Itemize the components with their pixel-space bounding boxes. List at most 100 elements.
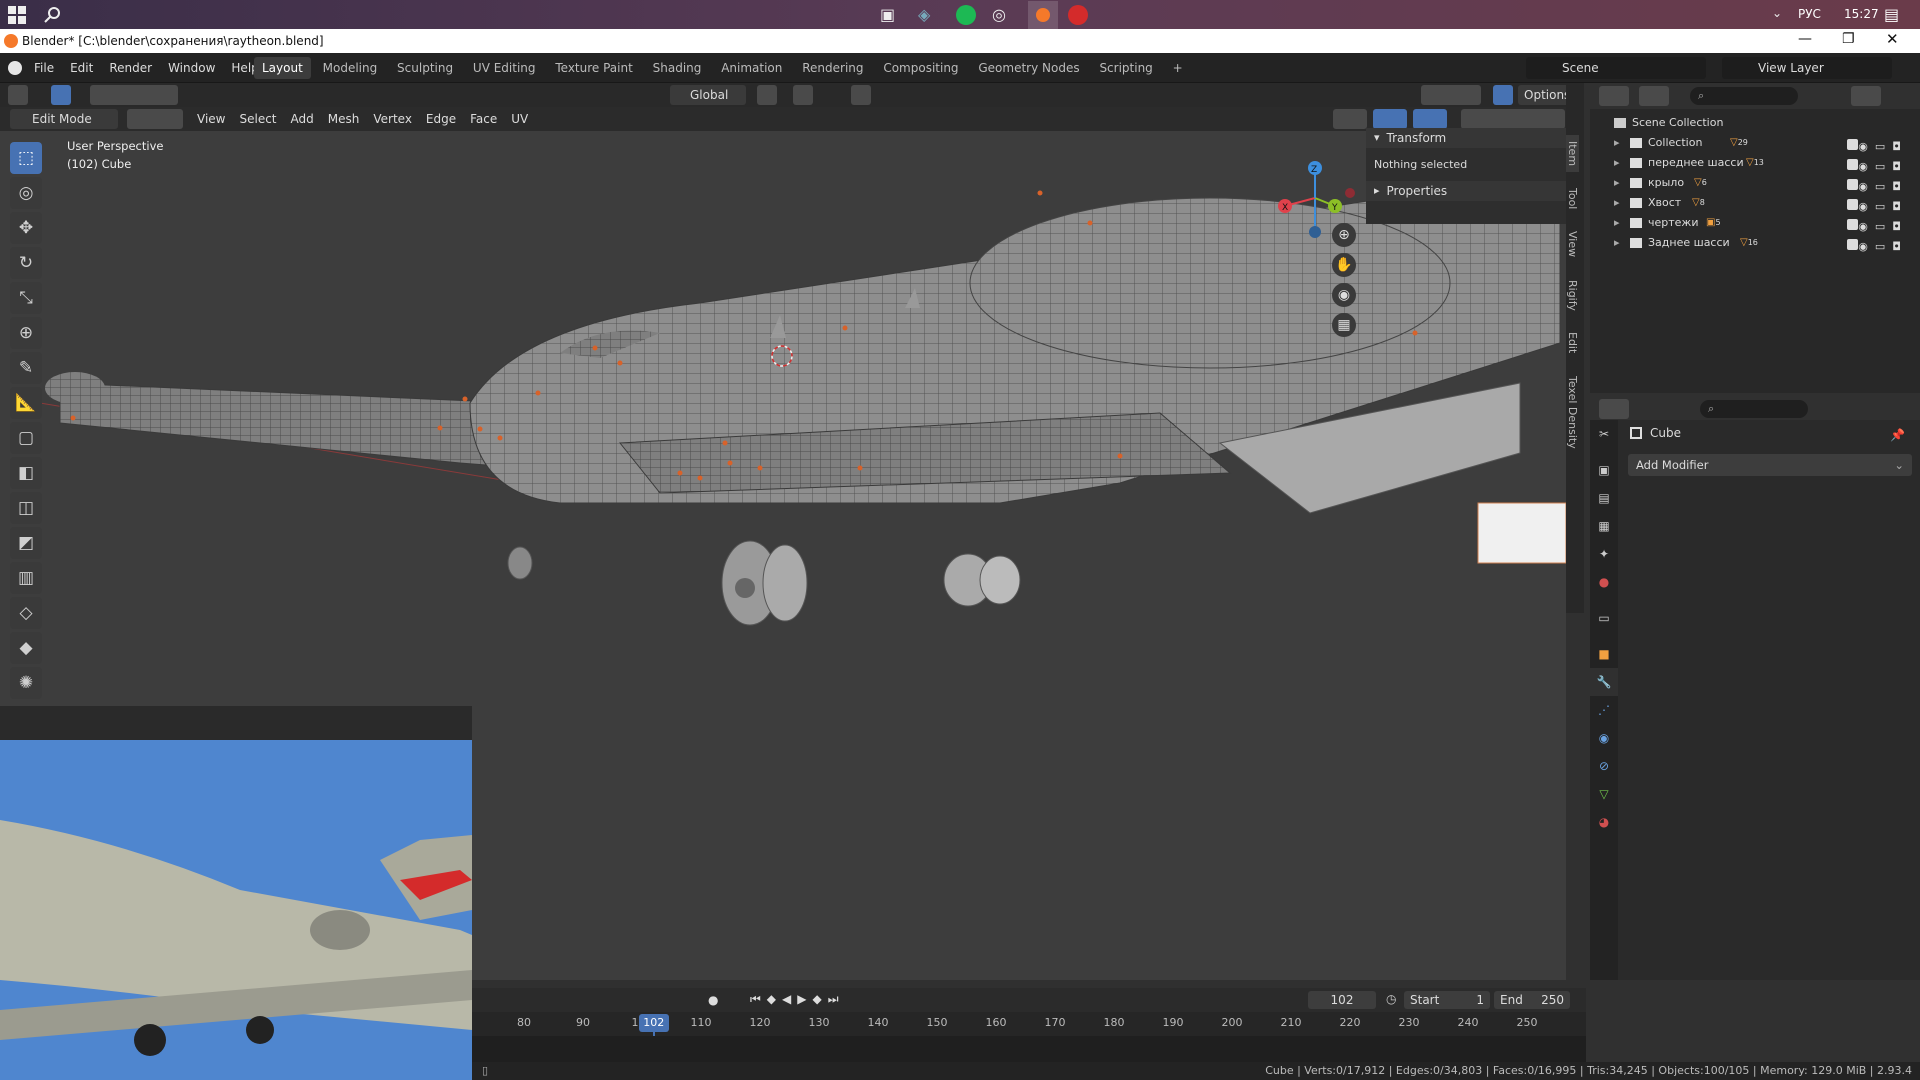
tab-layout[interactable]: Layout [254, 57, 311, 79]
frame-ruler[interactable]: 8090100110120130140150160170180190200210… [472, 1014, 1586, 1062]
camera-app-icon[interactable]: ◎ [992, 5, 1012, 25]
selection-modes-group[interactable] [89, 85, 178, 105]
extrude-tool-icon[interactable]: ◧ [10, 457, 42, 489]
menu-vertex[interactable]: Vertex [366, 107, 419, 131]
playback-controls[interactable]: ⏮◆◀▶◆⏭ [750, 992, 845, 1007]
menu-render[interactable]: Render [101, 53, 160, 83]
outliner-row[interactable]: ▸ Заднее шасси ▽ 16 ◉▭◘ [1590, 233, 1920, 253]
visibility-toggles[interactable]: ◉▭◘ [1847, 237, 1908, 257]
tab-edit[interactable]: Edit [1566, 326, 1579, 359]
add-workspace-icon[interactable]: + [1165, 57, 1191, 79]
ortho-grid-icon[interactable]: ▦ [1332, 313, 1356, 337]
outliner-search-input[interactable]: ⌕ [1690, 87, 1798, 105]
scene-tab-icon[interactable]: ✦ [1590, 540, 1618, 568]
outliner-row[interactable]: ▸ Collection ▽ 29 ◉▭◘ [1590, 133, 1920, 153]
tab-modeling[interactable]: Modeling [315, 57, 386, 79]
close-icon[interactable]: ✕ [1886, 30, 1899, 48]
clock[interactable]: 15:27 [1844, 7, 1879, 21]
start-frame-field[interactable]: Start 1 [1404, 991, 1490, 1009]
zoom-icon[interactable]: ⊕ [1332, 223, 1356, 247]
pin-icon[interactable]: 📌 [1890, 428, 1905, 442]
tray-chevron-icon[interactable]: ⌄ [1772, 6, 1782, 20]
visibility-icon[interactable] [1333, 109, 1367, 129]
material-tab-icon[interactable]: ◕ [1590, 808, 1618, 836]
auto-merge-icon[interactable] [1493, 85, 1513, 105]
tab-shading[interactable]: Shading [645, 57, 710, 79]
poly-build-tool-icon[interactable]: ◆ [10, 632, 42, 664]
snap-icon[interactable] [793, 85, 813, 105]
current-frame-field[interactable]: 102 [1308, 991, 1376, 1009]
keyframe-area[interactable] [472, 1036, 1586, 1062]
menu-face[interactable]: Face [463, 107, 504, 131]
menu-window[interactable]: Window [160, 53, 223, 83]
outliner-row[interactable]: ▸ Хвост ▽ 8 ◉▭◘ [1590, 193, 1920, 213]
constraints-tab-icon[interactable]: ⊘ [1590, 752, 1618, 780]
tool-tab-icon[interactable]: ✂ [1590, 420, 1618, 448]
move-tool-icon[interactable]: ✥ [10, 212, 42, 244]
menu-add[interactable]: Add [284, 107, 321, 131]
tab-uv-editing[interactable]: UV Editing [465, 57, 544, 79]
filter-icon[interactable] [1851, 86, 1881, 106]
editor-type-icon[interactable] [8, 85, 28, 105]
properties-search-input[interactable]: ⌕ [1700, 400, 1808, 418]
scene-collection-row[interactable]: Scene Collection [1590, 113, 1920, 133]
knife-tool-icon[interactable]: ◇ [10, 597, 42, 629]
camera-view-icon[interactable]: ◉ [1332, 283, 1356, 307]
render-tab-icon[interactable]: ▣ [1590, 456, 1618, 484]
windows-start-icon[interactable] [8, 6, 26, 24]
overlay-toggle-icon[interactable] [1413, 109, 1447, 129]
bank-app-icon[interactable]: ▣ [880, 5, 900, 25]
tab-scripting[interactable]: Scripting [1091, 57, 1160, 79]
navigation-gizmo[interactable]: Z X Y [1270, 138, 1380, 248]
tab-rendering[interactable]: Rendering [794, 57, 871, 79]
end-frame-field[interactable]: End 250 [1494, 991, 1570, 1009]
vertex-edge-face-select-icons[interactable] [127, 109, 183, 129]
opera-icon[interactable] [1068, 5, 1088, 25]
tab-view[interactable]: View [1566, 225, 1579, 263]
proportional-edit-icon[interactable] [851, 85, 871, 105]
world-tab-icon[interactable]: ● [1590, 568, 1618, 596]
search-icon[interactable] [44, 6, 62, 24]
properties-panel-header[interactable]: ▸ Properties [1366, 181, 1566, 201]
pivot-icon[interactable] [757, 85, 777, 105]
menu-file[interactable]: File [26, 53, 62, 83]
outliner-row[interactable]: ▸ переднее шасси ▽ 13 ◉▭◘ [1590, 153, 1920, 173]
xyz-mirror-group[interactable] [1421, 85, 1481, 105]
properties-editor-icon[interactable] [1599, 399, 1629, 419]
transform-tool-icon[interactable]: ⊕ [10, 317, 42, 349]
measure-tool-icon[interactable]: 📐 [10, 387, 42, 419]
record-icon[interactable]: ● [708, 993, 718, 1007]
select-box-tool-icon[interactable]: ⬚ [10, 142, 42, 174]
spin-tool-icon[interactable]: ✺ [10, 667, 42, 699]
annotate-tool-icon[interactable]: ✎ [10, 352, 42, 384]
inset-tool-icon[interactable]: ◫ [10, 492, 42, 524]
physics-tab-icon[interactable]: ◉ [1590, 724, 1618, 752]
mode-dropdown[interactable]: Edit Mode [10, 109, 118, 129]
options-dropdown[interactable]: Options [1518, 85, 1566, 105]
tab-rigify[interactable]: Rigify [1566, 274, 1579, 317]
blender-menu-icon[interactable] [8, 61, 22, 75]
view-layer-tab-icon[interactable]: ▦ [1590, 512, 1618, 540]
language-indicator[interactable]: РУС [1798, 7, 1821, 21]
outliner-row[interactable]: ▸ чертежи ▣ 5 ◉▭◘ [1590, 213, 1920, 233]
outliner-display-mode-icon[interactable] [1639, 86, 1669, 106]
bevel-tool-icon[interactable]: ◩ [10, 527, 42, 559]
minimize-icon[interactable]: — [1798, 31, 1812, 47]
spotify-icon[interactable] [956, 5, 976, 25]
outliner-row[interactable]: ▸ крыло ▽ 6 ◉▭◘ [1590, 173, 1920, 193]
menu-select[interactable]: Select [232, 107, 283, 131]
gizmo-toggle-icon[interactable] [1373, 109, 1407, 129]
tab-compositing[interactable]: Compositing [875, 57, 966, 79]
transform-orientation-dropdown[interactable]: Global [670, 85, 746, 105]
pan-hand-icon[interactable]: ✋ [1332, 253, 1356, 277]
stopwatch-icon[interactable]: ◷ [1386, 992, 1396, 1006]
loop-cut-tool-icon[interactable]: ▥ [10, 562, 42, 594]
tab-texture-paint[interactable]: Texture Paint [547, 57, 640, 79]
tab-animation[interactable]: Animation [713, 57, 790, 79]
modifier-tab-icon[interactable]: 🔧 [1590, 668, 1618, 696]
cursor-tool-icon[interactable]: ◎ [10, 177, 42, 209]
menu-edit[interactable]: Edit [62, 53, 101, 83]
rotate-tool-icon[interactable]: ↻ [10, 247, 42, 279]
tab-texel-density[interactable]: Texel Density [1566, 370, 1579, 455]
blender-taskbar-icon[interactable] [1028, 1, 1058, 29]
